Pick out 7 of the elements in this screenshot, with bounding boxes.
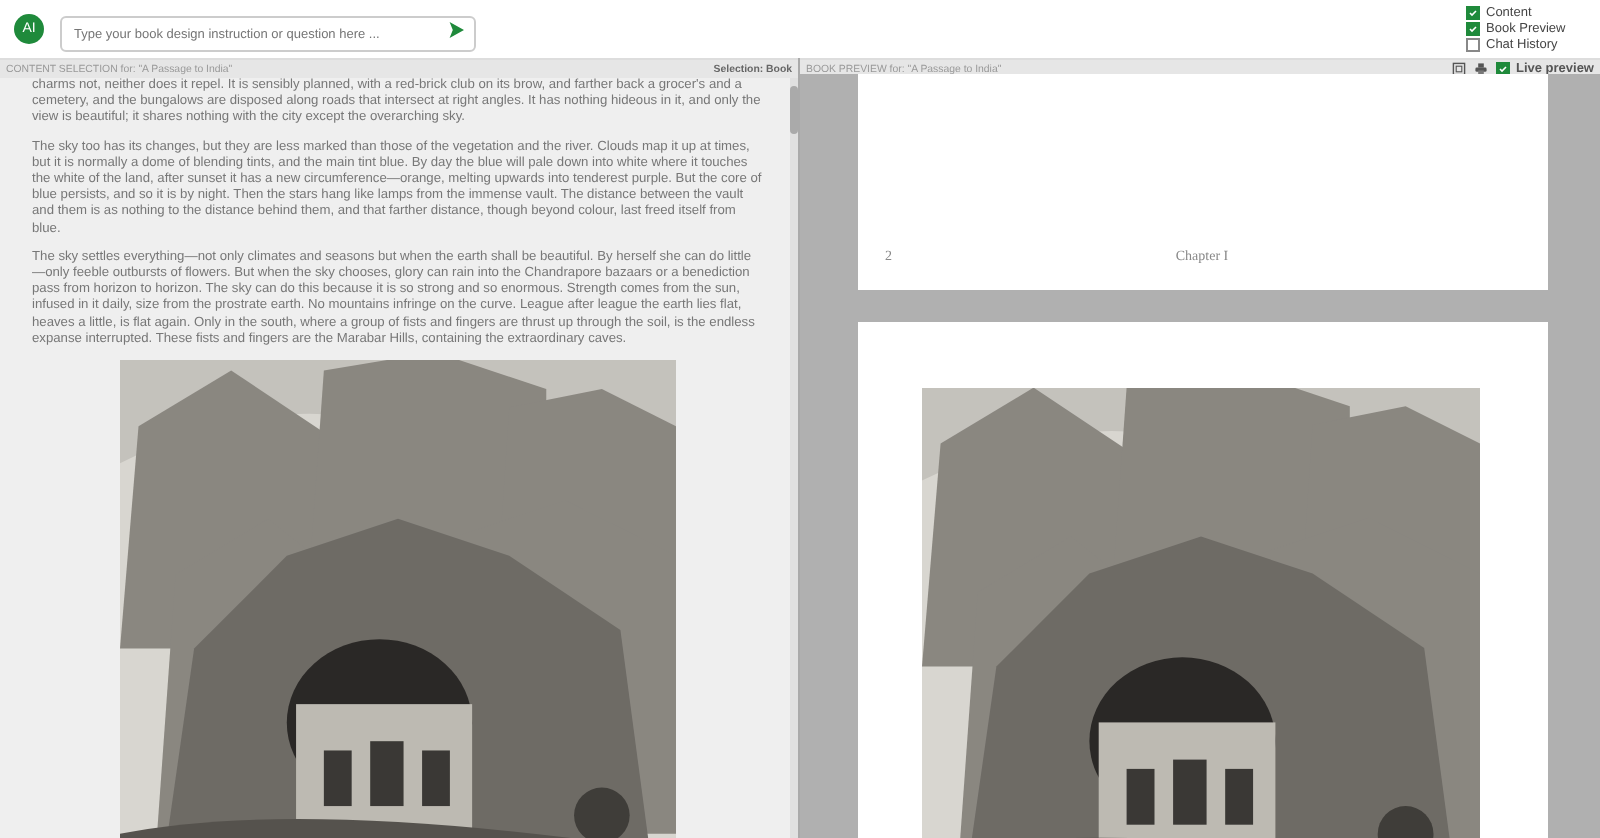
print-icon[interactable]: [1473, 62, 1488, 76]
scrollbar-thumb[interactable]: [790, 86, 798, 134]
send-icon[interactable]: [448, 21, 464, 37]
checkbox[interactable]: [1466, 6, 1480, 20]
fullscreen-icon[interactable]: [1451, 62, 1466, 76]
checkbox[interactable]: [1466, 38, 1480, 52]
checkbox[interactable]: [1466, 22, 1480, 36]
